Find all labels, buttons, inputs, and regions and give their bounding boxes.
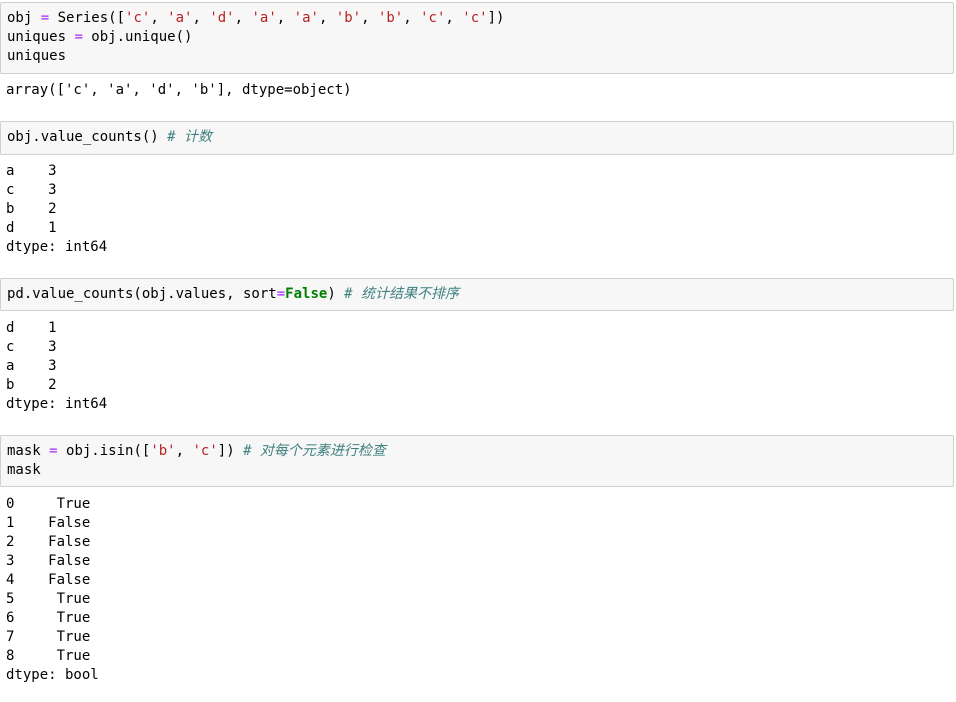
code-token: ,: [318, 10, 336, 26]
output-line: 6 True: [6, 610, 91, 626]
code-token: 'a': [293, 10, 319, 26]
code-token: obj.isin([: [57, 443, 151, 459]
code-line: pd.value_counts(obj.values, sort=False) …: [7, 285, 459, 304]
code-comment: # 对每个元素进行检查: [243, 443, 386, 459]
input-cell[interactable]: pd.value_counts(obj.values, sort=False) …: [0, 278, 954, 311]
output-line: a 3: [6, 358, 57, 374]
code-token: 'a': [251, 10, 277, 26]
output-line: 7 True: [6, 629, 91, 645]
code-token: 'c': [125, 10, 151, 26]
output-line: 4 False: [6, 572, 91, 588]
output-cell: array(['c', 'a', 'd', 'b'], dtype=object…: [0, 81, 954, 104]
code-comment: # 计数: [167, 129, 213, 145]
code-token: ,: [403, 10, 421, 26]
code-token: 'c': [462, 10, 488, 26]
output-line: 3 False: [6, 553, 91, 569]
code-token: 'b': [377, 10, 404, 26]
output-line: dtype: int64: [6, 239, 108, 255]
code-token: ,: [175, 443, 193, 459]
code-token: Series([: [49, 10, 126, 26]
code-token: =: [74, 29, 83, 45]
code-line: obj = Series(['c', 'a', 'd', 'a', 'a', '…: [7, 9, 504, 28]
output-line: dtype: int64: [6, 396, 108, 412]
code-token: 'd': [209, 10, 235, 26]
code-token: obj.unique(): [82, 29, 193, 45]
output-line: b 2: [6, 201, 57, 217]
code-token: 'b': [335, 10, 362, 26]
input-cell[interactable]: obj = Series(['c', 'a', 'd', 'a', 'a', '…: [0, 2, 954, 74]
code-token: uniques: [7, 48, 67, 64]
output-cell: d 1 c 3 a 3 b 2 dtype: int64: [0, 319, 954, 418]
code-token: 'b': [150, 443, 176, 459]
output-cell: 0 True 1 False 2 False 3 False 4 False 5 True…: [0, 495, 954, 689]
input-cell[interactable]: obj.value_counts() # 计数: [0, 121, 954, 155]
code-token: False: [285, 286, 328, 302]
code-token: pd.value_counts(obj.values, sort: [7, 286, 277, 302]
code-token: obj.value_counts(): [7, 129, 168, 145]
code-token: ,: [234, 10, 252, 26]
code-token: 'c': [420, 10, 446, 26]
code-token: mask: [7, 462, 41, 478]
code-token: =: [40, 10, 50, 26]
code-line: mask = obj.isin(['b', 'c']) # 对每个元素进行检查: [7, 442, 386, 461]
output-line: 2 False: [6, 534, 91, 550]
output-line: dtype: bool: [6, 667, 99, 683]
code-token: ,: [150, 10, 168, 26]
code-token: ]): [487, 10, 505, 26]
output-line: 0 True: [6, 496, 91, 512]
output-line: 8 True: [6, 648, 91, 664]
output-line: c 3: [6, 182, 57, 198]
output-cell: a 3 c 3 b 2 d 1 dtype: int64: [0, 162, 954, 261]
input-cell[interactable]: mask = obj.isin(['b', 'c']) # 对每个元素进行检查 m…: [0, 435, 954, 487]
code-line: uniques: [7, 47, 66, 66]
code-line: obj.value_counts() # 计数: [7, 128, 212, 147]
code-token: 'a': [167, 10, 193, 26]
code-token: ): [327, 286, 345, 302]
code-comment: # 统计结果不排序: [344, 286, 460, 302]
code-token: uniques: [7, 29, 75, 45]
output-line: 1 False: [6, 515, 91, 531]
code-token: =: [49, 443, 58, 459]
code-token: ,: [192, 10, 210, 26]
code-line: uniques = obj.unique(): [7, 28, 192, 47]
output-line: 5 True: [6, 591, 91, 607]
output-line: d 1: [6, 320, 57, 336]
output-line: b 2: [6, 377, 57, 393]
code-token: ,: [445, 10, 463, 26]
output-line: d 1: [6, 220, 57, 236]
output-line: array(['c', 'a', 'd', 'b'], dtype=object…: [6, 82, 352, 98]
code-token: ,: [361, 10, 378, 26]
code-token: =: [276, 286, 286, 302]
output-line: c 3: [6, 339, 57, 355]
code-token: obj: [7, 10, 41, 26]
code-token: 'c': [192, 443, 218, 459]
code-token: ,: [276, 10, 294, 26]
code-token: mask: [7, 443, 50, 459]
code-token: ]): [217, 443, 244, 459]
output-line: a 3: [6, 163, 57, 179]
code-line: mask: [7, 461, 41, 480]
